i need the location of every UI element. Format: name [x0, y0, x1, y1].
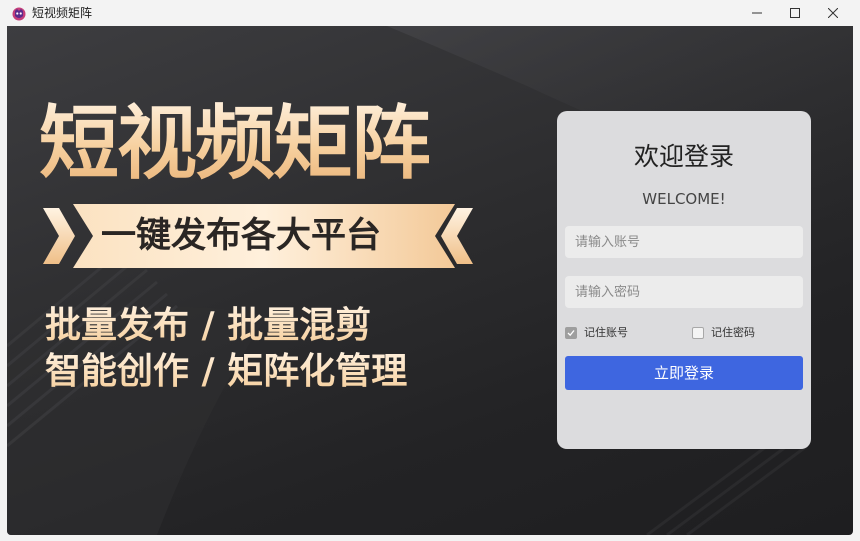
- checkbox-unchecked-icon[interactable]: [692, 327, 704, 339]
- maximize-icon: [790, 8, 800, 18]
- main-panel: 短视频矩阵 一键发布各大平台 批量发布 / 批量混剪 智能创作 / 矩阵化管理: [7, 26, 853, 535]
- app-logo-icon: [12, 6, 26, 21]
- title-bar[interactable]: 短视频矩阵: [0, 0, 860, 26]
- login-button[interactable]: 立即登录: [565, 356, 803, 390]
- close-icon: [828, 8, 838, 18]
- app-window: 短视频矩阵 短视频矩阵 一键发布各大平台 批量发布 / 批量混剪 智能创作 / …: [0, 0, 860, 541]
- minimize-button[interactable]: [738, 0, 776, 26]
- remember-password-label: 记住密码: [711, 326, 755, 339]
- close-button[interactable]: [814, 0, 852, 26]
- checkbox-checked-icon[interactable]: [565, 327, 577, 339]
- ribbon-slogan: 一键发布各大平台: [101, 216, 382, 256]
- remember-password-checkbox[interactable]: 记住密码: [692, 325, 755, 341]
- login-title: 欢迎登录: [633, 142, 734, 171]
- login-card: 欢迎登录 WELCOME! 记住账号 记住密码 立即登录: [557, 111, 811, 449]
- login-subtitle: WELCOME!: [642, 190, 726, 208]
- remember-account-label: 记住账号: [584, 326, 628, 339]
- password-input[interactable]: [565, 276, 803, 308]
- window-title: 短视频矩阵: [32, 6, 93, 20]
- left-chevron-icon: [43, 208, 75, 264]
- hero-headline: 短视频矩阵: [39, 97, 431, 190]
- minimize-icon: [752, 12, 762, 14]
- maximize-button[interactable]: [776, 0, 814, 26]
- account-input[interactable]: [565, 226, 803, 258]
- feature-line-1: 批量发布 / 批量混剪: [45, 305, 372, 346]
- remember-account-checkbox[interactable]: 记住账号: [565, 325, 628, 341]
- feature-line-2: 智能创作 / 矩阵化管理: [45, 351, 408, 392]
